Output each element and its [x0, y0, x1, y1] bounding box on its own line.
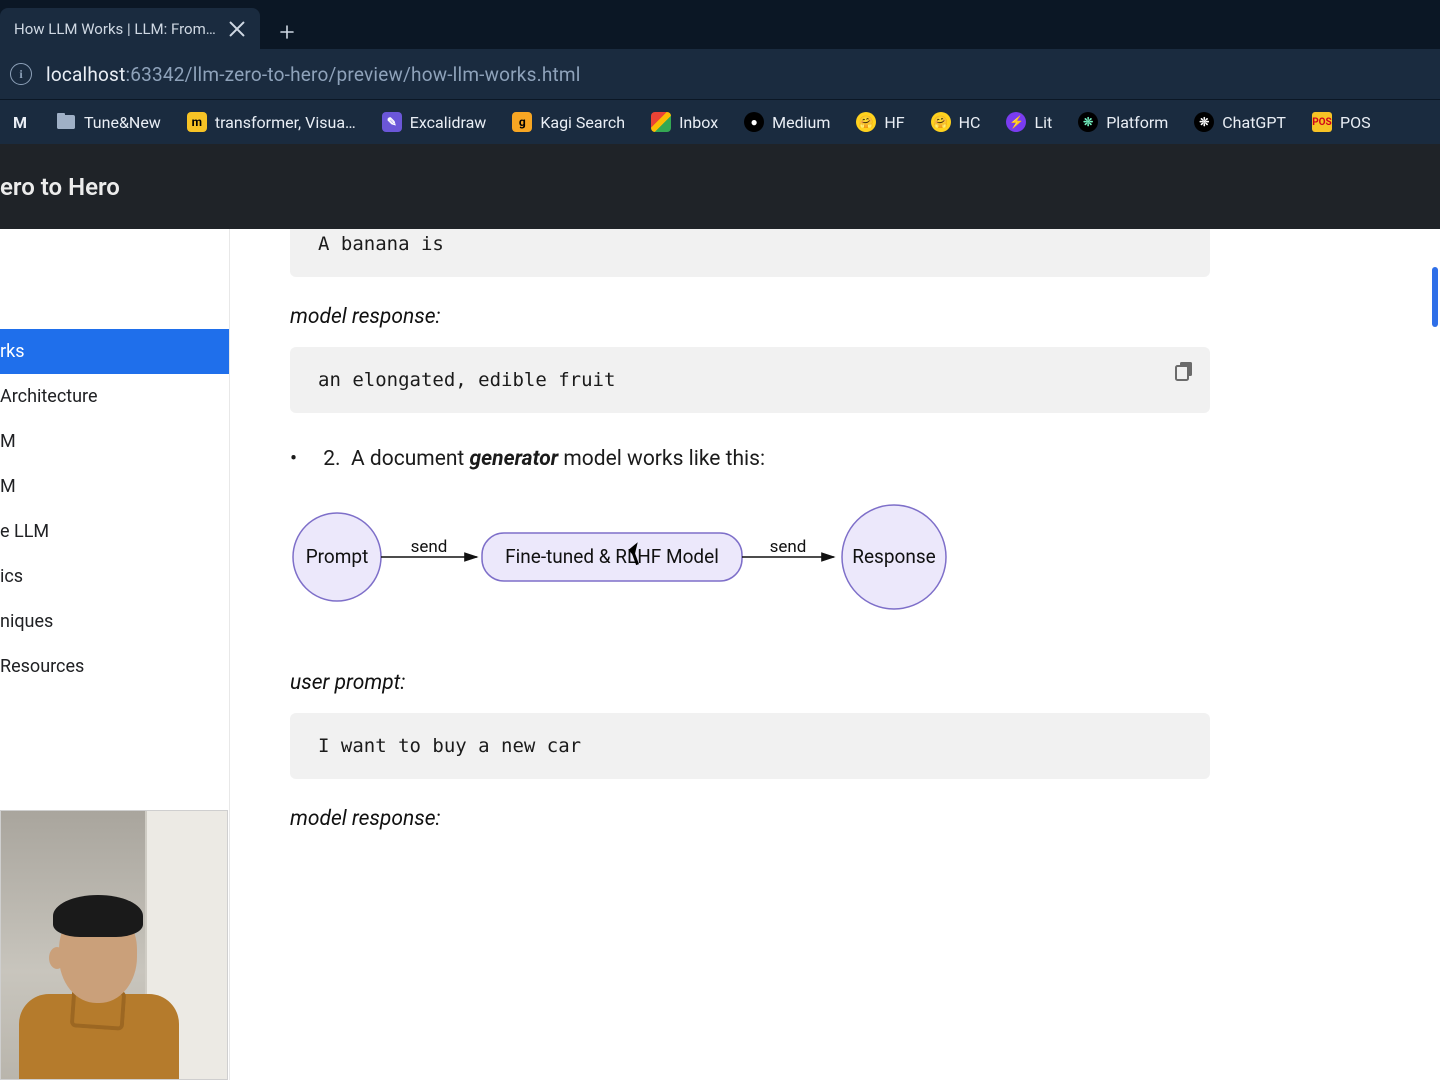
- page-header: ero to Hero: [0, 144, 1440, 229]
- webcam-pip: [0, 810, 228, 1080]
- bullet-text-pre: A document: [351, 447, 470, 471]
- site-info-icon[interactable]: i: [10, 63, 32, 85]
- gmail-icon: [651, 112, 671, 132]
- bookmark-item[interactable]: ✎ Excalidraw: [382, 112, 487, 132]
- code-text: I want to buy a new car: [318, 735, 581, 757]
- huggingface-icon: 🤗: [931, 112, 951, 132]
- bookmark-item[interactable]: MM: [10, 112, 30, 132]
- kagi-icon: g: [512, 112, 532, 132]
- content: user prompt: A banana is model response:…: [230, 229, 1440, 1080]
- bookmark-label: HC: [959, 113, 981, 132]
- bookmark-label: Lit: [1034, 113, 1052, 132]
- bullet-generator: • 2. A document generator model works li…: [290, 447, 1380, 471]
- bookmark-item[interactable]: Tune&New: [56, 112, 161, 132]
- sidebar-item[interactable]: M: [0, 419, 229, 464]
- url-path: :63342/llm-zero-to-hero/preview/how-llm-…: [125, 63, 580, 86]
- sidebar-item-label: niques: [0, 611, 53, 632]
- diagram-node-model: Fine-tuned & RLHF Model: [505, 545, 719, 568]
- bookmark-item[interactable]: g Kagi Search: [512, 112, 625, 132]
- bookmark-item[interactable]: POS POS: [1312, 112, 1371, 132]
- sidebar-item-resources[interactable]: Resources: [0, 644, 229, 689]
- sidebar-item-how-llm-works[interactable]: rks: [0, 329, 229, 374]
- label-model-response-2: model response:: [290, 807, 1380, 831]
- sidebar-item-label: ics: [0, 566, 23, 587]
- sidebar-item[interactable]: ics: [0, 554, 229, 599]
- code-block-prompt-2: I want to buy a new car: [290, 713, 1210, 779]
- sidebar-item-label: rks: [0, 341, 25, 362]
- sidebar-item-label: Resources: [0, 656, 84, 677]
- bookmark-label: Kagi Search: [540, 113, 625, 132]
- bookmark-label: POS: [1340, 113, 1371, 132]
- diagram-edge-label: send: [411, 537, 448, 557]
- bookmark-item[interactable]: ⚡ Lit: [1006, 112, 1052, 132]
- lightning-icon: ⚡: [1006, 112, 1026, 132]
- sidebar-item-label: M: [0, 431, 16, 452]
- sidebar: rks Architecture M M e LLM ics niques Re…: [0, 229, 230, 1080]
- site-title: ero to Hero: [0, 173, 120, 201]
- huggingface-icon: 🤗: [856, 112, 876, 132]
- bookmark-item[interactable]: 🤗 HC: [931, 112, 981, 132]
- copy-button[interactable]: [1172, 359, 1196, 383]
- diagram-edge-label: send: [770, 537, 807, 557]
- url-host: localhost: [46, 63, 125, 86]
- browser-tab-active[interactable]: How LLM Works | LLM: From …: [0, 8, 260, 49]
- bookmarks-bar: MM Tune&New m transformer, Visua… ✎ Excali…: [0, 99, 1440, 144]
- code-block-prompt: A banana is: [290, 229, 1210, 277]
- bookmark-label: Inbox: [679, 113, 718, 132]
- sidebar-item-architecture[interactable]: Architecture: [0, 374, 229, 419]
- bookmark-label: ChatGPT: [1222, 113, 1286, 132]
- excalidraw-icon: ✎: [382, 112, 402, 132]
- sidebar-item[interactable]: niques: [0, 599, 229, 644]
- bookmark-label: transformer, Visua…: [215, 113, 356, 132]
- bullet-text-post: model works like this:: [558, 447, 765, 471]
- flow-diagram: Prompt send Fine-tuned & RLHF Model send…: [282, 497, 1380, 621]
- sidebar-item-label: M: [0, 476, 16, 497]
- label-user-prompt: user prompt:: [290, 671, 1380, 695]
- openai-icon: ❊: [1078, 112, 1098, 132]
- new-tab-button[interactable]: [270, 15, 304, 49]
- diagram-node-prompt: Prompt: [306, 545, 369, 568]
- bookmark-label: Tune&New: [84, 113, 161, 132]
- bookmark-item[interactable]: ❊ ChatGPT: [1194, 112, 1286, 132]
- close-tab-icon[interactable]: [228, 20, 246, 38]
- label-model-response: model response:: [290, 305, 1380, 329]
- sidebar-item-label: Architecture: [0, 386, 98, 407]
- folder-icon: [56, 112, 76, 132]
- code-block-response: an elongated, edible fruit: [290, 347, 1210, 413]
- bookmark-item[interactable]: Inbox: [651, 112, 718, 132]
- bullet-emph: generator: [470, 447, 559, 471]
- sidebar-item[interactable]: e LLM: [0, 509, 229, 554]
- browser-omnibox[interactable]: i localhost:63342/llm-zero-to-hero/previ…: [0, 49, 1440, 99]
- diagram-node-response: Response: [852, 545, 935, 568]
- code-text: A banana is: [318, 233, 444, 255]
- bullet-number: 2.: [323, 447, 340, 471]
- bookmark-item[interactable]: m transformer, Visua…: [187, 112, 356, 132]
- miro-icon: m: [187, 112, 207, 132]
- sidebar-item[interactable]: M: [0, 464, 229, 509]
- bookmark-item[interactable]: ❊ Platform: [1078, 112, 1168, 132]
- bookmark-label: Medium: [772, 113, 830, 132]
- tab-title: How LLM Works | LLM: From …: [14, 20, 218, 38]
- medium-icon: ●: [744, 112, 764, 132]
- browser-tabstrip: How LLM Works | LLM: From …: [0, 0, 1440, 49]
- bookmark-item[interactable]: 🤗 HF: [856, 112, 904, 132]
- openai-icon: ❊: [1194, 112, 1214, 132]
- bookmark-label: Excalidraw: [410, 113, 487, 132]
- pos-icon: POS: [1312, 112, 1332, 132]
- url-text: localhost:63342/llm-zero-to-hero/preview…: [46, 63, 581, 86]
- sidebar-list: rks Architecture M M e LLM ics niques Re…: [0, 329, 229, 689]
- bookmark-label: HF: [884, 113, 904, 132]
- sidebar-item-label: e LLM: [0, 521, 49, 542]
- bookmark-label: Platform: [1106, 113, 1168, 132]
- bookmark-item[interactable]: ● Medium: [744, 112, 830, 132]
- code-text: an elongated, edible fruit: [318, 369, 615, 391]
